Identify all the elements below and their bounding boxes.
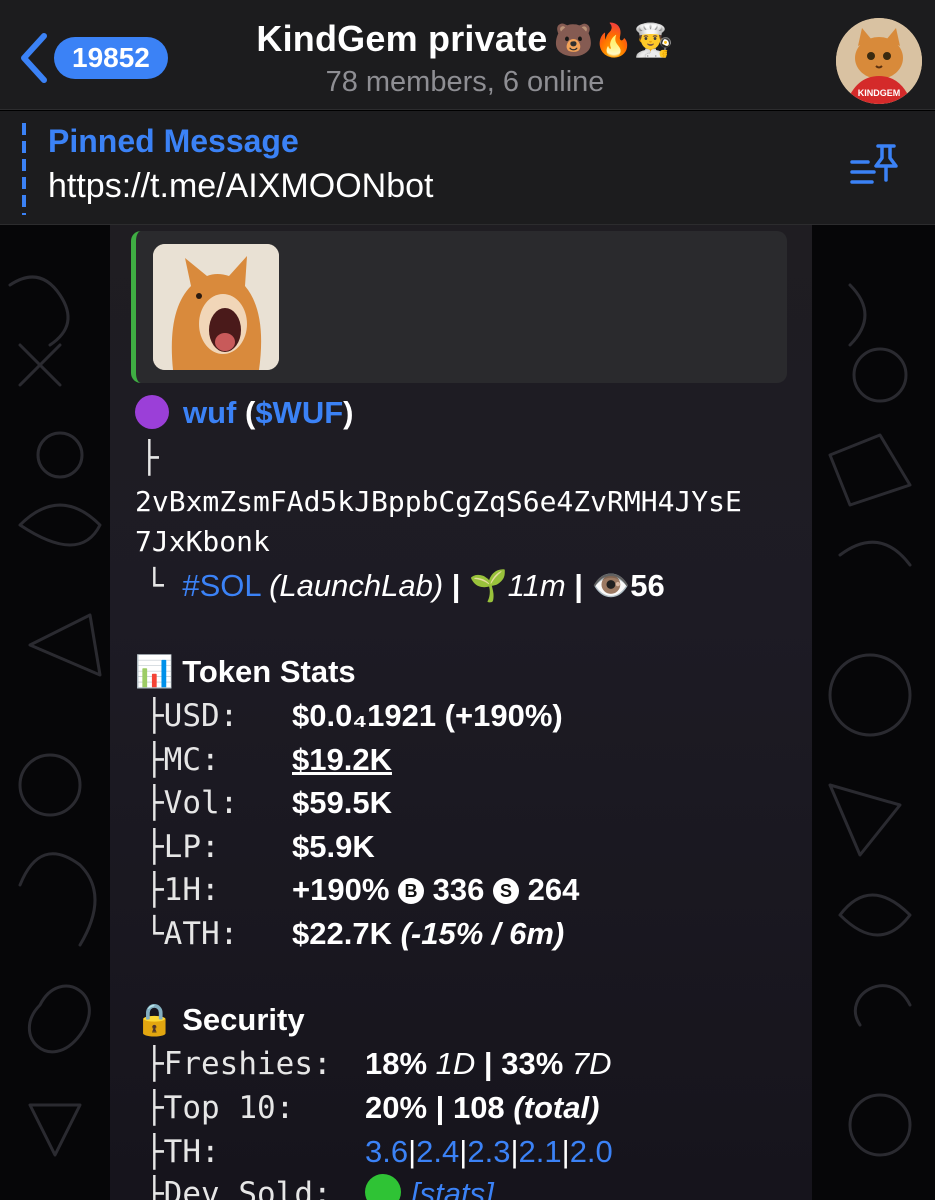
mc-label: MC: xyxy=(163,742,220,778)
th-link-3[interactable]: 2.3 xyxy=(467,1134,510,1169)
ath-amount: $22.7K xyxy=(292,916,392,951)
avatar-label: KINDGEM xyxy=(858,88,901,98)
tree-branch: ├ xyxy=(140,440,159,476)
pinned-text: https://t.me/AIXMOONbot xyxy=(48,167,434,205)
th-label: TH: xyxy=(163,1134,220,1170)
freshies-label: Freshies: xyxy=(163,1046,332,1082)
security-heading: 🔒 Security xyxy=(135,1001,305,1038)
contract-address-1[interactable]: 2vBxmZsmFAd5kJBppbCgZqS6e4ZvRMH4JYsE xyxy=(135,485,742,518)
th-link-5[interactable]: 2.0 xyxy=(570,1134,613,1169)
th-link-4[interactable]: 2.1 xyxy=(519,1134,562,1169)
sec-row-freshies: ├Freshies: xyxy=(145,1046,332,1082)
h1-sells: 264 xyxy=(527,872,580,907)
sec-row-dev: ├Dev Sold: xyxy=(145,1176,332,1200)
token-stats-heading: 📊 Token Stats xyxy=(135,653,356,690)
cat-avatar-image: KINDGEM xyxy=(836,18,922,104)
back-button[interactable]: 19852 xyxy=(14,28,168,88)
freshies-value: 18% 1D | 33% 7D xyxy=(365,1046,612,1081)
h1-change: +190% xyxy=(292,872,390,907)
vol-value: $59.5K xyxy=(292,785,392,820)
stat-row-vol: ├Vol: xyxy=(145,785,239,821)
preview-image[interactable] xyxy=(153,244,279,370)
dev-value: [stats] xyxy=(365,1174,494,1200)
chat-title: KindGem private 🐻🔥👨‍🍳 xyxy=(200,18,730,60)
mc-value-link[interactable]: $19.2K xyxy=(292,742,392,778)
bar-chart-icon: 📊 xyxy=(135,654,174,689)
pinned-title: Pinned Message xyxy=(48,123,299,159)
sec-row-top10: ├Top 10: xyxy=(145,1090,295,1126)
security-title: Security xyxy=(182,1002,305,1037)
sec-row-th: ├TH: xyxy=(145,1134,220,1170)
usd-value: $0.0₄1921 (+190%) xyxy=(292,698,563,733)
stat-row-usd: ├USD: xyxy=(145,698,239,734)
dev-label: Dev Sold: xyxy=(163,1176,332,1200)
stat-row-mc: ├MC: xyxy=(145,742,220,778)
chat-title-emojis: 🐻🔥👨‍🍳 xyxy=(553,22,674,58)
h1-buys: 336 xyxy=(432,872,485,907)
unread-count-badge: 19852 xyxy=(54,37,168,79)
chat-title-area[interactable]: KindGem private 🐻🔥👨‍🍳 78 members, 6 onlin… xyxy=(200,18,730,99)
token-name-link[interactable]: wuf xyxy=(183,395,236,430)
token-stats-title: Token Stats xyxy=(182,654,356,689)
th-values: 3.6|2.4|2.3|2.1|2.0 xyxy=(365,1134,613,1169)
token-symbol-link[interactable]: $WUF xyxy=(255,395,343,430)
chevron-left-icon xyxy=(21,33,47,83)
ath-detail: (-15% / 6m) xyxy=(400,916,565,951)
chat-subtitle: 78 members, 6 online xyxy=(325,66,605,98)
h1-value: +190% B 336 S 264 xyxy=(292,872,579,908)
chat-avatar[interactable]: KINDGEM xyxy=(836,18,922,104)
buy-icon: B xyxy=(398,878,425,904)
stat-row-ath: └ATH: xyxy=(145,916,239,952)
lock-icon: 🔒 xyxy=(135,1002,174,1037)
shiba-dog-image xyxy=(153,244,279,370)
seedling-icon: 🌱 xyxy=(469,568,508,603)
chat-title-text: KindGem private xyxy=(256,18,548,59)
dev-stats-link[interactable]: [stats] xyxy=(411,1176,494,1200)
chain-hashtag[interactable]: #SOL xyxy=(182,568,260,603)
chain-info-line: └ #SOL (LaunchLab) | 🌱11m | 👁️56 xyxy=(145,568,665,604)
lp-value: $5.9K xyxy=(292,829,375,864)
views-value: 56 xyxy=(630,568,665,603)
platform-label: (LaunchLab) xyxy=(269,568,444,603)
ath-value: $22.7K (-15% / 6m) xyxy=(292,916,564,952)
th-link-2[interactable]: 2.4 xyxy=(416,1134,459,1169)
usd-label: USD: xyxy=(163,698,239,734)
lp-label: LP: xyxy=(163,829,220,865)
th-link-1[interactable]: 3.6 xyxy=(365,1134,408,1169)
contract-address-2[interactable]: 7JxKbonk xyxy=(135,525,270,558)
tree-branch-end: └ xyxy=(145,568,183,604)
vol-label: Vol: xyxy=(163,785,239,821)
h1-label: 1H: xyxy=(163,872,220,908)
chat-header: 19852 KindGem private 🐻🔥👨‍🍳 78 members, 6… xyxy=(0,0,935,110)
stat-row-1h: ├1H: xyxy=(145,872,220,908)
eye-icon: 👁️ xyxy=(591,568,631,603)
top10-value: 20% | 108 (total) xyxy=(365,1090,600,1125)
ath-label: ATH: xyxy=(163,916,239,952)
age-value: 11m xyxy=(507,568,566,603)
pinned-message-bar[interactable]: Pinned Message https://t.me/AIXMOONbot xyxy=(0,111,935,225)
sell-icon: S xyxy=(493,878,519,904)
top10-label: Top 10: xyxy=(163,1090,295,1126)
stat-row-lp: ├LP: xyxy=(145,829,220,865)
purple-circle-icon xyxy=(135,395,169,429)
pinned-indicator xyxy=(22,123,26,215)
green-circle-icon xyxy=(365,1174,401,1200)
token-title-line: wuf ($WUF) xyxy=(135,395,353,431)
pinned-list-icon[interactable] xyxy=(848,140,902,190)
